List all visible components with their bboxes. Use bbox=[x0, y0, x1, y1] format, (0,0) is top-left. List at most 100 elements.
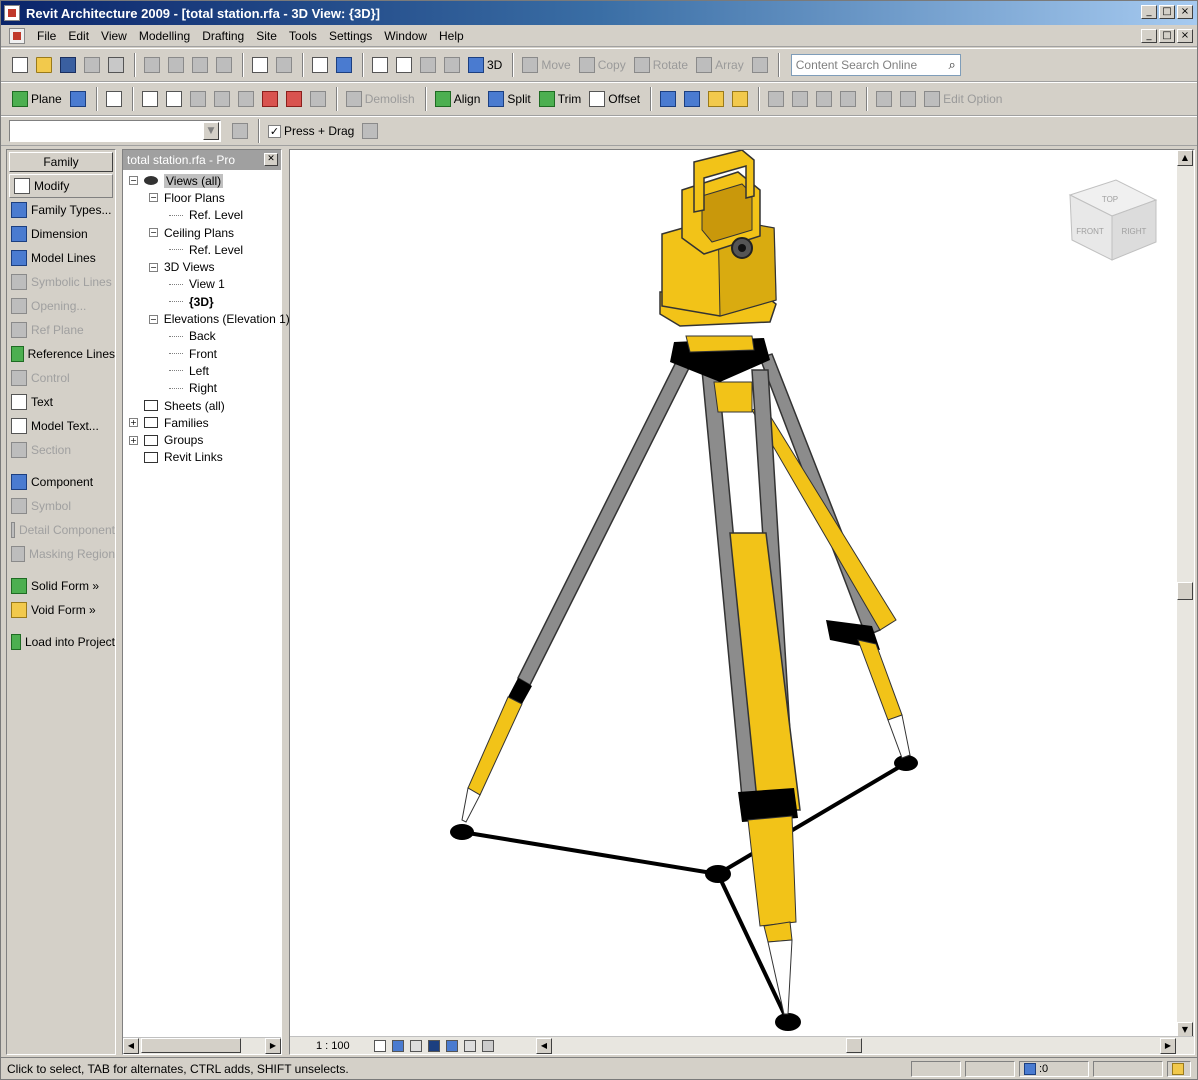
collapse-icon[interactable]: − bbox=[149, 193, 158, 203]
reference-lines-tool[interactable]: Reference Lines bbox=[7, 342, 115, 366]
tree-node[interactable]: Right bbox=[123, 380, 281, 397]
menu-window[interactable]: Window bbox=[378, 29, 433, 43]
shading-button[interactable] bbox=[441, 53, 463, 77]
sync-button[interactable] bbox=[81, 53, 103, 77]
menu-tools[interactable]: Tools bbox=[283, 29, 323, 43]
symbol-tool[interactable]: Symbol bbox=[7, 494, 115, 518]
document-icon[interactable] bbox=[9, 27, 25, 44]
doc-close-button[interactable]: × bbox=[1177, 29, 1193, 43]
hide-isolate-button[interactable] bbox=[417, 53, 439, 77]
masking-region-tool[interactable]: Masking Region bbox=[7, 542, 115, 566]
total-station-model[interactable]: TOP FRONT RIGHT bbox=[290, 150, 1178, 1038]
thin-lines-button[interactable] bbox=[309, 53, 331, 77]
paint-button[interactable] bbox=[163, 87, 185, 111]
detail-component-tool[interactable]: Detail Component bbox=[7, 518, 115, 542]
design-option-button[interactable] bbox=[873, 87, 895, 111]
browser-horizontal-scrollbar[interactable]: ◀ ▶ bbox=[123, 1037, 281, 1054]
menu-modelling[interactable]: Modelling bbox=[133, 29, 196, 43]
expand-icon[interactable]: + bbox=[129, 435, 138, 445]
whats-this-button[interactable] bbox=[333, 53, 355, 77]
press-drag-checkbox[interactable]: ✓ bbox=[268, 124, 281, 138]
zoom-button[interactable] bbox=[393, 53, 415, 77]
tree-node[interactable]: −3D Views bbox=[123, 258, 281, 275]
menu-view[interactable]: View bbox=[95, 29, 133, 43]
modify-tool[interactable]: Modify bbox=[9, 174, 113, 198]
tree-node[interactable]: + Groups bbox=[123, 431, 281, 448]
add-to-set-button[interactable] bbox=[897, 87, 919, 111]
cut-geometry-button[interactable] bbox=[211, 87, 233, 111]
control-tool[interactable]: Control bbox=[7, 366, 115, 390]
remove-paint-button[interactable] bbox=[283, 87, 305, 111]
collapse-icon[interactable]: − bbox=[129, 176, 138, 186]
viewcube-front-label[interactable]: FRONT bbox=[1076, 227, 1104, 236]
3d-view-canvas[interactable]: TOP FRONT RIGHT ▲ ▼ 1 : 100 ◀ ▶ bbox=[289, 149, 1195, 1055]
viewcube[interactable]: TOP FRONT RIGHT bbox=[1068, 179, 1158, 261]
close-button[interactable]: × bbox=[1177, 5, 1193, 19]
symbolic-lines-tool[interactable]: Symbolic Lines bbox=[7, 270, 115, 294]
copy-clipboard-button[interactable] bbox=[165, 53, 187, 77]
show-work-plane-button[interactable] bbox=[67, 87, 89, 111]
default-3d-view-button[interactable]: 3D bbox=[465, 53, 505, 77]
menu-settings[interactable]: Settings bbox=[323, 29, 378, 43]
opening-tool[interactable]: Opening... bbox=[7, 294, 115, 318]
menu-edit[interactable]: Edit bbox=[62, 29, 95, 43]
tree-node[interactable]: Ref. Level bbox=[123, 241, 281, 258]
press-drag-toggle[interactable]: ✓ Press + Drag bbox=[265, 119, 357, 143]
family-tab[interactable]: Family bbox=[9, 152, 113, 172]
scroll-left-arrow[interactable]: ◀ bbox=[536, 1038, 552, 1054]
model-lines-tool[interactable]: Model Lines bbox=[7, 246, 115, 270]
viewcube-top-label[interactable]: TOP bbox=[1102, 195, 1118, 204]
pin-button[interactable] bbox=[813, 87, 835, 111]
tree-node[interactable]: Left bbox=[123, 362, 281, 379]
crop-region-icon[interactable] bbox=[427, 1039, 440, 1052]
tree-node[interactable]: − Elevations (Elevation 1) bbox=[123, 310, 290, 327]
show-crop-icon[interactable] bbox=[445, 1039, 458, 1052]
edit-group-button[interactable] bbox=[729, 87, 751, 111]
tree-node[interactable]: + Families bbox=[123, 414, 281, 431]
open-button[interactable] bbox=[33, 53, 55, 77]
filter-button[interactable] bbox=[359, 119, 381, 143]
check-button[interactable] bbox=[103, 87, 125, 111]
title-bar[interactable]: Revit Architecture 2009 - [total station… bbox=[1, 1, 1197, 25]
save-button[interactable] bbox=[57, 53, 79, 77]
project-browser-title[interactable]: total station.rfa - Pro ✕ bbox=[123, 150, 281, 170]
lock-button[interactable] bbox=[765, 87, 787, 111]
network-status-pane[interactable] bbox=[1167, 1061, 1191, 1077]
search-icon[interactable]: ⌕ bbox=[948, 57, 955, 73]
solid-form-tool[interactable]: Solid Form » bbox=[7, 574, 115, 598]
temporary-hide-icon[interactable] bbox=[463, 1039, 476, 1052]
paste-button[interactable] bbox=[189, 53, 211, 77]
tree-node[interactable]: Ref. Level bbox=[123, 207, 281, 224]
create-group-button[interactable] bbox=[705, 87, 727, 111]
content-search-input[interactable]: Content Search Online ⌕ bbox=[790, 54, 961, 76]
family-types-tool[interactable]: Family Types... bbox=[7, 198, 115, 222]
doc-restore-button[interactable]: □ bbox=[1159, 29, 1175, 43]
type-selector[interactable]: ▼ bbox=[9, 120, 221, 142]
tree-node[interactable]: − Views (all) bbox=[123, 172, 281, 189]
tree-node[interactable]: Front bbox=[123, 345, 281, 362]
redo-button[interactable] bbox=[273, 53, 295, 77]
tree-node[interactable]: View 1 bbox=[123, 276, 281, 293]
rotate-button[interactable]: Rotate bbox=[631, 53, 691, 77]
new-button[interactable] bbox=[9, 53, 31, 77]
offset-button[interactable]: Offset bbox=[586, 87, 643, 111]
linework-button[interactable] bbox=[139, 87, 161, 111]
tree-node[interactable]: − Ceiling Plans bbox=[123, 224, 281, 241]
dynamic-view-button[interactable] bbox=[369, 53, 391, 77]
revit-app-icon[interactable] bbox=[4, 5, 20, 21]
section-tool[interactable]: Section bbox=[7, 438, 115, 462]
horizontal-scroll-thumb[interactable] bbox=[846, 1038, 862, 1053]
scroll-up-arrow[interactable]: ▲ bbox=[1177, 150, 1193, 166]
edit-option-button[interactable]: Edit Option bbox=[921, 87, 1005, 111]
menu-drafting[interactable]: Drafting bbox=[196, 29, 250, 43]
unlock-button[interactable] bbox=[789, 87, 811, 111]
void-form-tool[interactable]: Void Form » bbox=[7, 598, 115, 622]
reveal-hidden-icon[interactable] bbox=[481, 1039, 494, 1052]
expand-icon[interactable]: + bbox=[129, 418, 138, 428]
move-button[interactable]: Move bbox=[519, 53, 573, 77]
trim-button[interactable]: Trim bbox=[536, 87, 585, 111]
view-scale[interactable]: 1 : 100 bbox=[316, 1040, 350, 1052]
scroll-right-arrow[interactable]: ▶ bbox=[1160, 1038, 1176, 1054]
menu-help[interactable]: Help bbox=[433, 29, 470, 43]
close-icon[interactable]: ✕ bbox=[264, 153, 278, 166]
